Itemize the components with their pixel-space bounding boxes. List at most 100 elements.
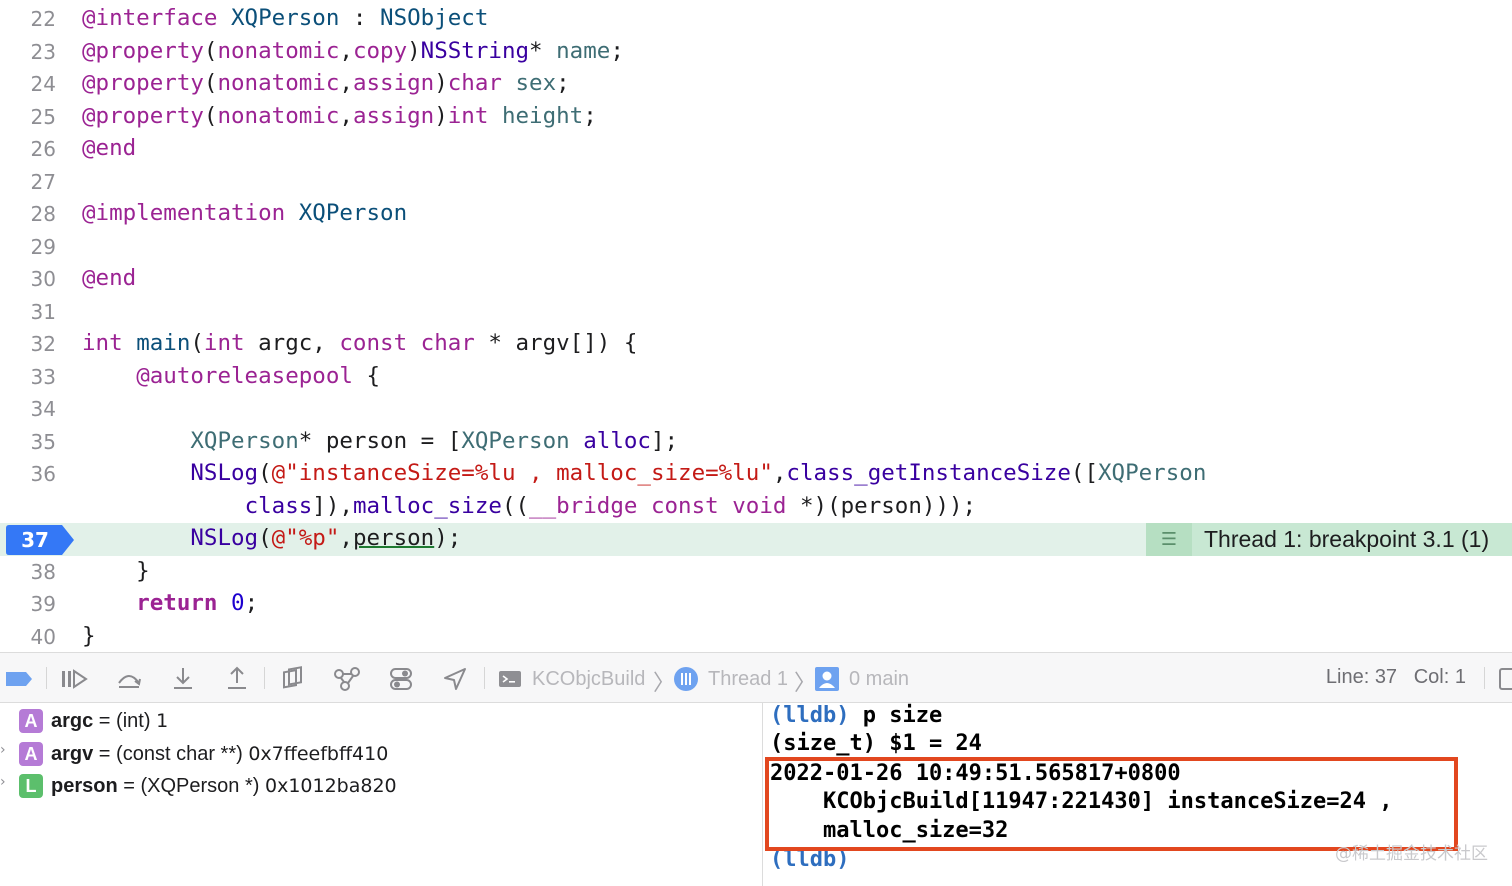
line-number[interactable]: 26 bbox=[0, 137, 56, 161]
code-token: ; bbox=[556, 70, 570, 96]
code-token: @implementation bbox=[82, 200, 286, 226]
separator bbox=[46, 667, 47, 689]
step-out-icon[interactable] bbox=[222, 666, 252, 692]
breakpoint-annotation[interactable]: ☰ Thread 1: breakpoint 3.1 (1) bbox=[1146, 523, 1512, 556]
line-number[interactable]: 40 bbox=[0, 625, 56, 649]
line-number[interactable]: 38 bbox=[0, 560, 56, 584]
code-line[interactable]: 24 @property(nonatomic,assign)char sex; bbox=[0, 68, 1512, 101]
code-line[interactable]: 25 @property(nonatomic,assign)int height; bbox=[0, 101, 1512, 134]
code-line[interactable]: 3737 NSLog(@"%p",person);☰Thread 1: brea… bbox=[0, 523, 1512, 556]
line-number[interactable]: 23 bbox=[0, 40, 56, 64]
code-token: int bbox=[82, 330, 123, 356]
code-token: NSLog bbox=[190, 460, 259, 486]
code-text: @property(nonatomic,copy)NSString* name; bbox=[82, 38, 624, 64]
line-number[interactable]: 24 bbox=[0, 72, 56, 96]
variable-equals: = bbox=[117, 775, 141, 797]
line-number[interactable]: 33 bbox=[0, 365, 56, 389]
code-token: @end bbox=[82, 265, 137, 291]
code-token: NSLog bbox=[190, 525, 259, 551]
environment-overrides-icon[interactable] bbox=[386, 666, 416, 692]
code-token: alloc bbox=[583, 427, 651, 454]
code-line[interactable]: class]),malloc_size((__bridge const void… bbox=[0, 491, 1512, 524]
variable-text: person = (XQPerson *) 0x1012ba820 bbox=[51, 775, 397, 798]
code-token: sex bbox=[515, 70, 557, 96]
code-line[interactable]: 33 @autoreleasepool { bbox=[0, 361, 1512, 394]
step-into-icon[interactable] bbox=[168, 666, 198, 692]
line-number[interactable]: 27 bbox=[0, 170, 56, 194]
code-line[interactable]: 27 bbox=[0, 166, 1512, 199]
disclosure-triangle-icon[interactable]: › bbox=[0, 774, 6, 790]
col-label: Col: bbox=[1413, 666, 1450, 688]
line-number[interactable]: 39 bbox=[0, 592, 56, 616]
variable-row[interactable]: › Aargv = (const char **) 0x7ffeefbff410 bbox=[0, 738, 760, 768]
code-text: class]),malloc_size((__bridge const void… bbox=[82, 493, 977, 519]
hamburger-icon: ☰ bbox=[1146, 523, 1192, 556]
code-token: const bbox=[339, 330, 408, 356]
code-token: } bbox=[82, 622, 96, 649]
line-number[interactable]: 22 bbox=[0, 7, 56, 31]
variable-name: person bbox=[51, 775, 118, 797]
code-line[interactable]: 35 XQPerson* person = [XQPerson alloc]; bbox=[0, 426, 1512, 459]
source-editor[interactable]: 22 @interface XQPerson : NSObject 23 @prope… bbox=[0, 0, 1512, 652]
breadcrumb-frame[interactable]: 0 main bbox=[849, 666, 909, 692]
line-number[interactable]: 30 bbox=[0, 267, 56, 291]
variable-row[interactable]: › Lperson = (XQPerson *) 0x1012ba820 bbox=[0, 770, 760, 800]
code-line[interactable]: 32 int main(int argc, const char * argv[]… bbox=[0, 328, 1512, 361]
panel-toggle-icon[interactable] bbox=[1496, 666, 1512, 692]
code-line[interactable]: 34 bbox=[0, 393, 1512, 426]
code-token: @end bbox=[82, 135, 137, 161]
line-number[interactable]: 28 bbox=[0, 202, 56, 226]
line-number[interactable]: 31 bbox=[0, 300, 56, 324]
breadcrumb-thread[interactable]: Thread 1 bbox=[708, 666, 788, 692]
step-over-icon[interactable] bbox=[114, 666, 144, 692]
variable-type: (const char **) bbox=[116, 742, 243, 765]
variable-row[interactable]: Aargc = (int) 1 bbox=[0, 705, 760, 735]
breadcrumb-target[interactable]: KCObjcBuild bbox=[532, 666, 645, 692]
code-token: @"instanceSize=%lu , malloc_size=%lu" bbox=[271, 460, 773, 486]
variables-view[interactable]: Aargc = (int) 1 › Aargv = (const char **) … bbox=[0, 703, 763, 886]
line-number[interactable]: 32 bbox=[0, 332, 56, 356]
simulate-location-icon[interactable] bbox=[440, 666, 470, 692]
debug-bar: KCObjcBuild 〉 Thread 1 〉 0 main Line: 37… bbox=[0, 652, 1512, 703]
code-token: ( bbox=[258, 525, 272, 551]
line-number[interactable]: 25 bbox=[0, 105, 56, 129]
code-line[interactable]: 28 @implementation XQPerson bbox=[0, 198, 1512, 231]
code-text: XQPerson* person = [XQPerson alloc]; bbox=[82, 428, 678, 454]
line-number[interactable]: 29 bbox=[0, 235, 56, 259]
code-line[interactable]: 36 NSLog(@"instanceSize=%lu , malloc_siz… bbox=[0, 458, 1512, 491]
continue-icon[interactable] bbox=[58, 666, 90, 692]
code-line[interactable]: 38 } bbox=[0, 556, 1512, 589]
line-number[interactable]: 34 bbox=[0, 397, 56, 421]
view-hierarchy-icon[interactable] bbox=[278, 666, 308, 692]
memory-graph-icon[interactable] bbox=[332, 666, 362, 692]
line-number[interactable]: 36 bbox=[0, 462, 56, 486]
code-token: ) bbox=[407, 37, 421, 64]
code-token: XQPerson bbox=[231, 5, 340, 31]
code-token: : bbox=[339, 5, 381, 31]
code-line[interactable]: 26 @end bbox=[0, 133, 1512, 166]
code-line[interactable]: 29 bbox=[0, 231, 1512, 264]
breakpoints-toggle-icon[interactable] bbox=[4, 666, 34, 692]
code-line[interactable]: 39 return 0; bbox=[0, 588, 1512, 621]
code-token: , bbox=[339, 37, 353, 64]
disclosure-triangle-icon[interactable]: › bbox=[0, 742, 6, 758]
code-token: nonatomic bbox=[217, 70, 340, 96]
line-number[interactable]: 35 bbox=[0, 430, 56, 454]
code-token: nonatomic bbox=[217, 102, 340, 129]
variable-equals: = bbox=[93, 710, 117, 732]
code-line[interactable]: 31 bbox=[0, 296, 1512, 329]
code-token: assign bbox=[352, 102, 435, 129]
code-line[interactable]: 22 @interface XQPerson : NSObject bbox=[0, 3, 1512, 36]
frame-icon bbox=[813, 666, 841, 692]
code-text: return 0; bbox=[82, 590, 258, 616]
code-line[interactable]: 30 @end bbox=[0, 263, 1512, 296]
code-line[interactable]: 40} bbox=[0, 621, 1512, 653]
variable-equals: = bbox=[93, 742, 117, 765]
code-line[interactable]: 23 @property(nonatomic,copy)NSString* nam… bbox=[0, 36, 1512, 69]
code-token: XQPerson bbox=[298, 200, 408, 226]
